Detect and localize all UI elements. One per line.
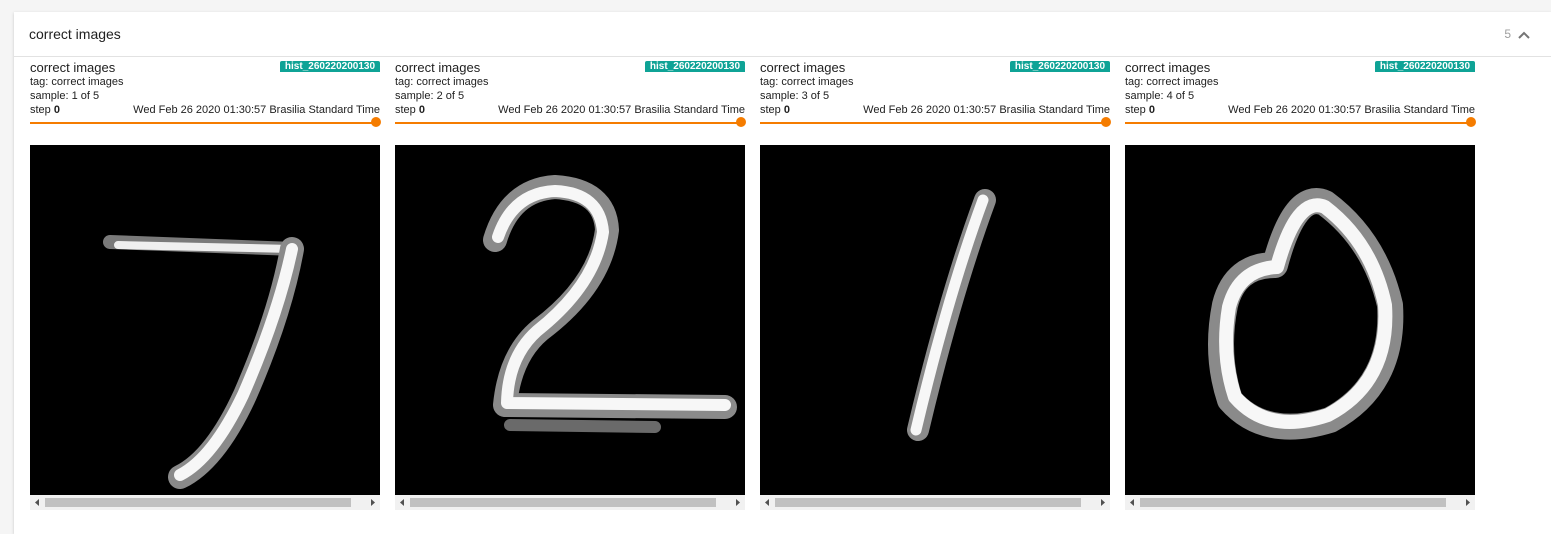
image-card: correct images hist_260220200130 tag: co… <box>760 59 1111 511</box>
caret-left-icon[interactable] <box>762 498 772 507</box>
step-row: step 0 Wed Feb 26 2020 01:30:57 Brasilia… <box>760 104 1110 116</box>
sample-image <box>395 145 745 495</box>
step-slider-thumb[interactable] <box>736 117 746 127</box>
step-label: step <box>760 104 784 116</box>
step-label: step <box>395 104 419 116</box>
caret-right-icon[interactable] <box>368 498 378 507</box>
step-value: 0 <box>783 104 790 116</box>
step-row: step 0 Wed Feb 26 2020 01:30:57 Brasilia… <box>30 104 380 116</box>
step-slider-thumb[interactable] <box>1466 117 1476 127</box>
step-indicator: step 0 <box>1125 104 1155 116</box>
category-header[interactable]: correct images 5 <box>14 12 1551 57</box>
image-scrollbar[interactable] <box>760 495 1110 510</box>
card-title: correct images <box>1125 60 1211 75</box>
sample-image <box>760 145 1110 495</box>
step-value: 0 <box>418 104 425 116</box>
run-badge: hist_260220200130 <box>644 61 745 72</box>
scrollbar-thumb[interactable] <box>775 498 1081 507</box>
step-label: step <box>30 104 54 116</box>
caret-right-icon[interactable] <box>733 498 743 507</box>
category-count: 5 <box>1504 27 1511 41</box>
step-slider-thumb[interactable] <box>371 117 381 127</box>
step-indicator: step 0 <box>760 104 790 116</box>
step-timestamp: Wed Feb 26 2020 01:30:57 Brasilia Standa… <box>133 104 380 116</box>
card-tag: tag: correct images <box>1125 76 1219 88</box>
step-timestamp: Wed Feb 26 2020 01:30:57 Brasilia Standa… <box>1228 104 1475 116</box>
step-indicator: step 0 <box>30 104 60 116</box>
scrollbar-thumb[interactable] <box>1140 498 1446 507</box>
caret-right-icon[interactable] <box>1098 498 1108 507</box>
category-title: correct images <box>29 26 121 42</box>
step-row: step 0 Wed Feb 26 2020 01:30:57 Brasilia… <box>395 104 745 116</box>
image-card: correct images hist_260220200130 tag: co… <box>1125 59 1476 511</box>
card-title: correct images <box>395 60 481 75</box>
run-badge: hist_260220200130 <box>279 61 380 72</box>
step-value: 0 <box>53 104 60 116</box>
digit-7-image <box>30 145 380 495</box>
card-sample: sample: 3 of 5 <box>760 90 830 102</box>
card-tag: tag: correct images <box>395 76 489 88</box>
sample-image <box>1125 145 1475 495</box>
step-slider[interactable] <box>30 122 376 124</box>
caret-left-icon[interactable] <box>397 498 407 507</box>
run-badge: hist_260220200130 <box>1009 61 1110 72</box>
digit-1-image <box>760 145 1110 495</box>
chevron-up-icon[interactable] <box>1517 28 1531 42</box>
image-card: correct images hist_260220200130 tag: co… <box>30 59 381 511</box>
image-scrollbar[interactable] <box>1125 495 1475 510</box>
run-badge: hist_260220200130 <box>1374 61 1475 72</box>
card-sample: sample: 1 of 5 <box>30 90 100 102</box>
step-value: 0 <box>1148 104 1155 116</box>
card-title: correct images <box>760 60 846 75</box>
step-row: step 0 Wed Feb 26 2020 01:30:57 Brasilia… <box>1125 104 1475 116</box>
digit-0-image <box>1125 145 1475 495</box>
step-slider[interactable] <box>395 122 741 124</box>
card-sample: sample: 2 of 5 <box>395 90 465 102</box>
scrollbar-thumb[interactable] <box>45 498 351 507</box>
scrollbar-thumb[interactable] <box>410 498 716 507</box>
caret-right-icon[interactable] <box>1463 498 1473 507</box>
image-card: correct images hist_260220200130 tag: co… <box>395 59 746 511</box>
card-title: correct images <box>30 60 116 75</box>
step-slider[interactable] <box>1125 122 1471 124</box>
image-scrollbar[interactable] <box>395 495 745 510</box>
card-sample: sample: 4 of 5 <box>1125 90 1195 102</box>
step-slider-thumb[interactable] <box>1101 117 1111 127</box>
sample-image <box>30 145 380 495</box>
digit-2-image <box>395 145 745 495</box>
card-tag: tag: correct images <box>30 76 124 88</box>
step-timestamp: Wed Feb 26 2020 01:30:57 Brasilia Standa… <box>863 104 1110 116</box>
caret-left-icon[interactable] <box>32 498 42 507</box>
step-indicator: step 0 <box>395 104 425 116</box>
step-timestamp: Wed Feb 26 2020 01:30:57 Brasilia Standa… <box>498 104 745 116</box>
image-scrollbar[interactable] <box>30 495 380 510</box>
step-label: step <box>1125 104 1149 116</box>
step-slider[interactable] <box>760 122 1106 124</box>
card-tag: tag: correct images <box>760 76 854 88</box>
caret-left-icon[interactable] <box>1127 498 1137 507</box>
